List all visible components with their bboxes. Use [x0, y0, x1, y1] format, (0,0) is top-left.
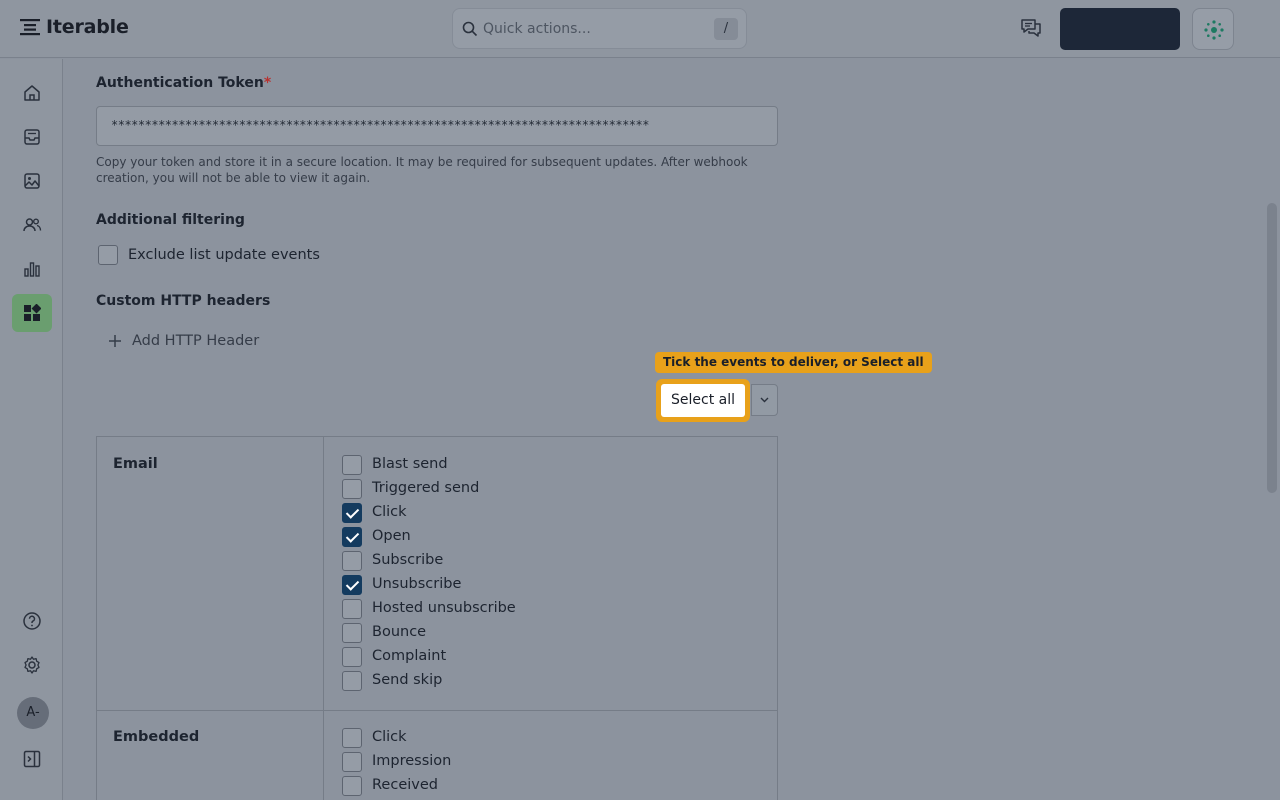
embedded-event-checkbox[interactable]: [342, 728, 362, 748]
email-event-checkbox[interactable]: [342, 671, 362, 691]
chat-icon[interactable]: [1020, 18, 1042, 38]
quick-actions-search[interactable]: Quick actions... /: [452, 8, 747, 49]
sidebar-item-home[interactable]: [12, 74, 52, 112]
email-event-checkbox[interactable]: [342, 623, 362, 643]
embedded-event-label: Impression: [372, 753, 452, 769]
app-logo[interactable]: Iterable: [20, 16, 129, 38]
email-event-checkbox[interactable]: [342, 455, 362, 475]
collapse-sidebar-icon: [23, 750, 41, 768]
exclude-list-update-checkbox[interactable]: [98, 245, 118, 265]
plus-icon: [109, 335, 121, 347]
auth-token-helper-text: Copy your token and store it in a secure…: [96, 155, 748, 185]
auth-token-label-text: Authentication Token: [96, 75, 264, 91]
home-icon: [24, 85, 40, 101]
avatar[interactable]: A-: [17, 697, 49, 729]
email-event-label: Bounce: [372, 624, 427, 640]
inbox-icon: [24, 129, 40, 145]
table-column-divider: [323, 437, 324, 800]
custom-http-headers-heading: Custom HTTP headers: [96, 293, 271, 309]
section-label-embedded: Embedded: [113, 729, 200, 745]
ai-assistant-button[interactable]: [1192, 8, 1234, 50]
email-event-checkbox[interactable]: [342, 647, 362, 667]
select-all-label: Select all: [661, 384, 745, 417]
embedded-event-checkbox[interactable]: [342, 752, 362, 772]
primary-action-button[interactable]: [1060, 8, 1180, 50]
analytics-icon: [24, 262, 40, 277]
auth-token-field[interactable]: ****************************************…: [96, 106, 778, 146]
sidebar: A-: [0, 59, 63, 800]
embedded-event-checkbox[interactable]: [342, 776, 362, 796]
search-icon: [462, 21, 478, 37]
email-event-label: Open: [372, 528, 411, 544]
page-scrollbar[interactable]: [1267, 203, 1277, 493]
users-icon: [23, 218, 42, 232]
collapse-sidebar-button[interactable]: [12, 740, 52, 778]
email-event-label: Hosted unsubscribe: [372, 600, 516, 616]
chevron-down-icon: [760, 397, 769, 403]
sparkle-icon: [1204, 20, 1224, 40]
email-event-label: Unsubscribe: [372, 576, 462, 592]
sidebar-item-settings[interactable]: [12, 646, 52, 684]
email-event-checkbox[interactable]: [342, 551, 362, 571]
search-placeholder: Quick actions...: [483, 21, 591, 37]
email-event-checkbox[interactable]: [342, 479, 362, 499]
embedded-event-label: Received: [372, 777, 438, 793]
brand-name: Iterable: [46, 16, 129, 38]
sidebar-item-content[interactable]: [12, 162, 52, 200]
email-event-checkbox[interactable]: [342, 527, 362, 547]
image-icon: [24, 173, 40, 189]
email-event-label: Subscribe: [372, 552, 444, 568]
email-event-label: Click: [372, 504, 407, 520]
auth-token-label: Authentication Token*: [96, 75, 271, 91]
section-label-email: Email: [113, 456, 158, 472]
add-http-header-label: Add HTTP Header: [132, 333, 260, 349]
select-all-button[interactable]: Select all: [656, 379, 750, 422]
exclude-list-update-label: Exclude list update events: [128, 247, 320, 263]
email-event-label: Triggered send: [372, 480, 480, 496]
add-http-header-button[interactable]: Add HTTP Header: [108, 333, 259, 349]
sidebar-item-messaging[interactable]: [12, 118, 52, 156]
help-icon: [23, 612, 41, 630]
select-options-dropdown[interactable]: [751, 384, 778, 416]
search-shortcut-key: /: [714, 18, 738, 40]
events-table: Email Embedded Blast send Triggered send C…: [96, 436, 778, 800]
sidebar-item-integrations[interactable]: [12, 294, 52, 332]
email-event-label: Blast send: [372, 456, 448, 472]
email-event-checkbox[interactable]: [342, 503, 362, 523]
additional-filtering-heading: Additional filtering: [96, 212, 245, 228]
settings-icon: [24, 656, 40, 674]
required-mark: *: [263, 75, 272, 91]
sidebar-item-help[interactable]: [12, 602, 52, 640]
email-event-label: Complaint: [372, 648, 447, 664]
sidebar-item-analytics[interactable]: [12, 250, 52, 288]
integrations-icon: [24, 304, 41, 321]
top-bar: Iterable Quick actions... /: [0, 0, 1280, 58]
table-row-divider: [97, 710, 777, 711]
onboarding-tooltip: Tick the events to deliver, or Select al…: [655, 352, 932, 373]
email-event-checkbox[interactable]: [342, 575, 362, 595]
embedded-event-label: Click: [372, 729, 407, 745]
email-event-label: Send skip: [372, 672, 443, 688]
iterable-logo-icon: [20, 19, 40, 36]
sidebar-item-audience[interactable]: [12, 206, 52, 244]
email-event-checkbox[interactable]: [342, 599, 362, 619]
